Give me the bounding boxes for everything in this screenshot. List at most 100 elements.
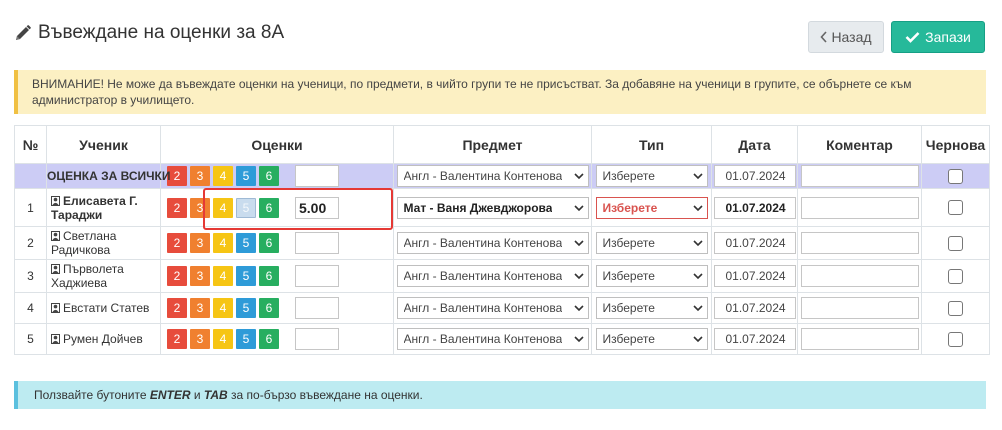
grade-input[interactable] bbox=[295, 328, 339, 350]
type-select-value: Изберете bbox=[602, 200, 658, 215]
chevron-down-icon bbox=[692, 204, 703, 211]
grade-4-button[interactable]: 4 bbox=[213, 197, 233, 218]
grade-2-button[interactable]: 2 bbox=[167, 197, 187, 218]
pencil-icon bbox=[16, 25, 31, 40]
grade-4-button[interactable]: 4 bbox=[213, 266, 233, 286]
grade-3-button[interactable]: 3 bbox=[190, 233, 210, 253]
draft-checkbox[interactable] bbox=[948, 235, 963, 251]
grade-6-button[interactable]: 6 bbox=[259, 233, 279, 253]
grade-5-button[interactable]: 5 bbox=[236, 298, 256, 318]
type-select-value: Изберете bbox=[602, 301, 655, 315]
subject-select[interactable]: Мат - Ваня Джевджорова bbox=[396, 196, 589, 219]
grade-3-button[interactable]: 3 bbox=[190, 266, 210, 286]
student-name-cell: Евстати Статев bbox=[46, 292, 161, 324]
info-prefix: Ползвайте бутоните bbox=[34, 388, 150, 402]
grade-5-button[interactable]: 5 bbox=[236, 233, 256, 253]
grade-4-button[interactable]: 4 bbox=[213, 233, 233, 253]
type-select[interactable]: Изберете bbox=[595, 328, 708, 350]
draft-checkbox[interactable] bbox=[948, 331, 963, 347]
grade-4-button[interactable]: 4 bbox=[213, 298, 233, 318]
grade-6-button[interactable]: 6 bbox=[259, 266, 279, 286]
chevron-down-icon bbox=[573, 336, 584, 343]
page-header: Въвеждане на оценки за 8А Назад Запази bbox=[0, 0, 1002, 60]
chevron-down-icon bbox=[573, 273, 584, 280]
draft-checkbox[interactable] bbox=[948, 168, 963, 184]
grade-input[interactable] bbox=[295, 265, 339, 287]
grade-for-all-row: ОЦЕНКА ЗА ВСИЧКИ 2 3 4 5 6 Англ - Валент… bbox=[14, 163, 990, 189]
type-select-value: Изберете bbox=[602, 269, 655, 283]
grade-6-button[interactable]: 6 bbox=[259, 166, 279, 186]
grade-input[interactable] bbox=[295, 297, 339, 319]
date-input[interactable]: 01.07.2024 bbox=[713, 196, 796, 219]
chevron-down-icon bbox=[692, 273, 703, 280]
grade-4-button[interactable]: 4 bbox=[213, 329, 233, 349]
grade-2-button[interactable]: 2 bbox=[167, 329, 187, 349]
grade-3-button[interactable]: 3 bbox=[190, 197, 210, 218]
student-name-cell: Светлана Радичкова bbox=[46, 226, 161, 260]
col-grades: Оценки bbox=[160, 125, 394, 164]
grade-5-button[interactable]: 5 bbox=[236, 166, 256, 186]
grade-2-button[interactable]: 2 bbox=[167, 298, 187, 318]
grade-6-button[interactable]: 6 bbox=[259, 298, 279, 318]
back-button[interactable]: Назад bbox=[808, 21, 884, 53]
comment-input[interactable] bbox=[800, 196, 919, 219]
subject-select[interactable]: Англ - Валентина Контенова bbox=[396, 232, 589, 254]
grade-buttons: 2 3 4 5 6 bbox=[167, 166, 279, 186]
grade-5-button[interactable]: 5 bbox=[236, 266, 256, 286]
comment-input[interactable] bbox=[800, 297, 919, 319]
subject-select[interactable]: Англ - Валентина Контенова bbox=[396, 165, 589, 187]
grade-3-button[interactable]: 3 bbox=[190, 166, 210, 186]
student-row: 1 Елисавета Г. Тараджи 2 3 4 5 6 5.00 Мат - Ваня… bbox=[14, 188, 990, 227]
type-select[interactable]: Изберете bbox=[595, 165, 708, 187]
date-input[interactable]: 01.07.2024 bbox=[713, 328, 796, 350]
student-icon bbox=[51, 334, 60, 344]
grade-3-button[interactable]: 3 bbox=[190, 329, 210, 349]
draft-checkbox[interactable] bbox=[948, 268, 963, 284]
back-button-label: Назад bbox=[831, 29, 872, 45]
type-select-value: Изберете bbox=[602, 236, 655, 250]
comment-input[interactable] bbox=[800, 232, 919, 254]
type-select[interactable]: Изберете bbox=[595, 196, 708, 219]
save-button-label: Запази bbox=[925, 29, 971, 45]
grade-4-button[interactable]: 4 bbox=[213, 166, 233, 186]
subject-select-value: Мат - Ваня Джевджорова bbox=[403, 200, 553, 215]
check-icon bbox=[905, 32, 920, 43]
subject-select[interactable]: Англ - Валентина Контенова bbox=[396, 297, 589, 319]
subject-select[interactable]: Англ - Валентина Контенова bbox=[396, 265, 589, 287]
grade-6-button[interactable]: 6 bbox=[259, 197, 279, 218]
date-input[interactable]: 01.07.2024 bbox=[713, 265, 796, 287]
grade-5-button[interactable]: 5 bbox=[236, 197, 256, 218]
grade-input[interactable] bbox=[295, 165, 339, 187]
info-key-enter: ENTER bbox=[149, 388, 191, 402]
type-select[interactable]: Изберете bbox=[595, 265, 708, 287]
comment-input[interactable] bbox=[800, 265, 919, 287]
subject-select-value: Англ - Валентина Контенова bbox=[403, 269, 563, 283]
grade-5-button[interactable]: 5 bbox=[236, 329, 256, 349]
grade-2-button[interactable]: 2 bbox=[167, 233, 187, 253]
chevron-down-icon bbox=[692, 305, 703, 312]
chevron-down-icon bbox=[573, 173, 584, 180]
grade-buttons: 23456 bbox=[167, 266, 279, 286]
date-input[interactable]: 01.07.2024 bbox=[713, 232, 796, 254]
grade-3-button[interactable]: 3 bbox=[190, 298, 210, 318]
grade-6-button[interactable]: 6 bbox=[259, 329, 279, 349]
subject-select[interactable]: Англ - Валентина Контенова bbox=[396, 328, 589, 350]
draft-checkbox[interactable] bbox=[948, 300, 963, 316]
col-draft: Чернова bbox=[921, 125, 990, 164]
grade-input[interactable] bbox=[295, 232, 339, 254]
grade-input[interactable]: 5.00 bbox=[295, 196, 339, 219]
grade-buttons: 23456 bbox=[167, 233, 279, 253]
comment-input[interactable] bbox=[800, 328, 919, 350]
student-icon bbox=[51, 195, 60, 206]
save-button[interactable]: Запази bbox=[891, 21, 985, 53]
type-select[interactable]: Изберете bbox=[595, 232, 708, 254]
student-name: Румен Дойчев bbox=[63, 332, 143, 346]
type-select[interactable]: Изберете bbox=[595, 297, 708, 319]
date-input[interactable]: 01.07.2024 bbox=[713, 297, 796, 319]
student-row: 4 Евстати Статев 2 3 4 5 6 Англ - Валентина Кон… bbox=[14, 292, 990, 324]
grade-2-button[interactable]: 2 bbox=[167, 266, 187, 286]
draft-checkbox[interactable] bbox=[948, 200, 963, 215]
col-comment: Коментар bbox=[797, 125, 922, 164]
date-input[interactable]: 01.07.2024 bbox=[713, 165, 796, 187]
comment-input[interactable] bbox=[800, 165, 919, 187]
